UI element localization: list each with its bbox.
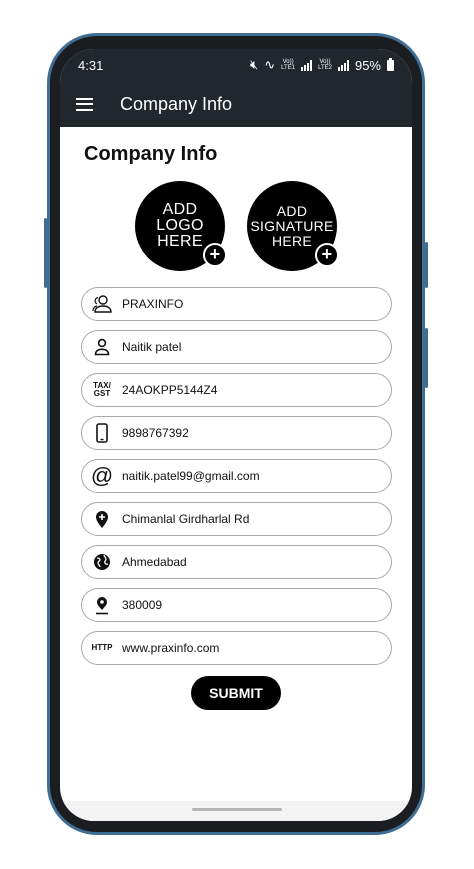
company-form: TAX/GST @ (60, 287, 412, 665)
add-signature-text: ADD SIGNATURE HERE (250, 202, 334, 249)
address-input[interactable] (122, 512, 372, 526)
map-pin-icon (82, 596, 122, 615)
status-icons: 🔇︎ ∿ Vo)) LTE1 Vo)) LTE2 95% (250, 57, 394, 73)
app-bar: Company Info (60, 81, 412, 127)
http-icon: HTTP (91, 643, 113, 652)
email-input[interactable] (122, 469, 372, 483)
battery-percent: 95% (354, 57, 381, 73)
menu-icon[interactable] (76, 97, 93, 111)
phone-volume-button (425, 242, 428, 288)
at-sign-icon: @ (90, 463, 114, 488)
email-field[interactable]: @ (81, 459, 392, 493)
company-name-input[interactable] (122, 297, 372, 311)
page-title: Company Info (84, 143, 218, 165)
add-logo-button[interactable]: ADD LOGO HERE + (135, 181, 227, 271)
phone-field[interactable] (81, 416, 392, 450)
owner-name-input[interactable] (122, 340, 372, 354)
owner-name-field[interactable] (81, 330, 392, 364)
pincode-input[interactable] (122, 598, 372, 612)
add-logo-text: ADD LOGO HERE (156, 201, 204, 250)
add-signature-button[interactable]: ADD SIGNATURE HERE + (247, 181, 339, 271)
phone-frame: 4:31 🔇︎ ∿ Vo)) LTE1 Vo)) LTE2 95% Company … (44, 33, 428, 835)
battery-icon (387, 57, 394, 71)
plus-icon: + (203, 243, 227, 267)
website-input[interactable] (122, 641, 372, 655)
pincode-field[interactable] (81, 588, 392, 622)
globe-icon (82, 553, 122, 571)
person-icon (82, 338, 122, 356)
status-bar: 4:31 🔇︎ ∿ Vo)) LTE1 Vo)) LTE2 95% (60, 49, 412, 81)
phone-input[interactable] (122, 426, 372, 440)
tax-gst-icon: TAX/GST (93, 381, 111, 398)
phone-power-button (425, 328, 428, 388)
address-field[interactable] (81, 502, 392, 536)
tax-gst-field[interactable]: TAX/GST (81, 373, 392, 407)
wifi-icon: ∿ (264, 57, 276, 72)
mobile-phone-icon (82, 423, 122, 443)
navigation-bar (60, 801, 412, 821)
phone-side-button (44, 218, 47, 288)
screen: 4:31 🔇︎ ∿ Vo)) LTE1 Vo)) LTE2 95% Company … (60, 49, 412, 821)
users-icon (82, 295, 122, 313)
tax-gst-input[interactable] (122, 383, 372, 397)
upload-row: ADD LOGO HERE + ADD SIGNATURE HERE + (60, 181, 412, 271)
plus-icon: + (315, 243, 339, 267)
city-input[interactable] (122, 555, 372, 569)
app-bar-title: Company Info (120, 93, 233, 114)
signal-icon-1 (301, 59, 313, 71)
status-time: 4:31 (78, 57, 104, 73)
signal-icon-2 (337, 59, 349, 71)
sim2-label: Vo)) LTE2 (318, 59, 332, 71)
website-field[interactable]: HTTP (81, 631, 392, 665)
sim1-label: Vo)) LTE1 (281, 59, 296, 71)
company-name-field[interactable] (81, 287, 392, 321)
submit-button[interactable]: SUBMIT (191, 676, 281, 710)
mute-icon: 🔇︎ (250, 57, 259, 72)
city-field[interactable] (81, 545, 392, 579)
home-gesture-pill[interactable] (192, 808, 282, 811)
location-add-icon (82, 510, 122, 529)
